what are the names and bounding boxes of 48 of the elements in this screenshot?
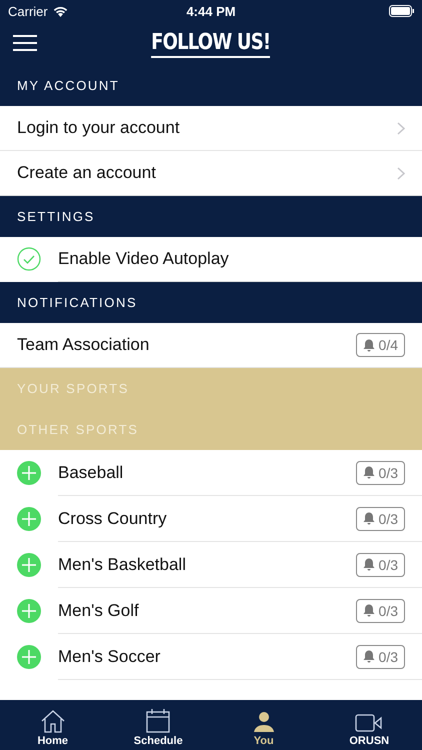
home-icon	[40, 709, 66, 733]
add-circle-icon[interactable]	[17, 644, 41, 668]
person-icon	[252, 711, 275, 733]
add-circle-icon[interactable]	[17, 460, 41, 484]
bell-icon	[362, 466, 375, 479]
bell-icon	[362, 512, 375, 525]
menu-icon[interactable]	[12, 34, 38, 52]
checkmark-circle-icon[interactable]	[17, 247, 41, 271]
notification-count-badge[interactable]: 0/3	[356, 506, 405, 530]
notification-count-badge[interactable]: 0/3	[356, 552, 405, 576]
menu-item-label[interactable]: Create an account	[17, 163, 397, 183]
calendar-icon	[146, 709, 170, 733]
sport-label: Men's Soccer	[58, 646, 162, 666]
sport-label: Men's Basketball	[58, 554, 187, 574]
notification-count-badge[interactable]: 0/3	[356, 644, 405, 668]
bell-icon	[362, 650, 375, 663]
tab-bar-item[interactable]: You	[211, 700, 316, 750]
notification-count-badge[interactable]: 0/3	[356, 598, 405, 622]
video-camera-icon	[355, 713, 384, 733]
tab-bar-item[interactable]: Home	[0, 700, 106, 750]
battery-icon	[389, 5, 414, 17]
setting-label: Enable Video Autoplay	[58, 249, 230, 269]
bell-icon	[362, 558, 375, 571]
notification-count-badge[interactable]: 0/3	[356, 460, 405, 484]
add-circle-icon[interactable]	[17, 552, 41, 576]
section-header: SETTINGS	[0, 196, 422, 237]
menu-item-label[interactable]: Login to your account	[17, 118, 397, 138]
sport-label: Baseball	[58, 462, 124, 482]
section-header: MY ACCOUNT	[0, 65, 422, 106]
add-circle-icon[interactable]	[17, 598, 41, 622]
team-label: Team Association	[17, 335, 150, 355]
bell-icon	[362, 604, 375, 617]
tab-bar-item[interactable]: Schedule	[106, 700, 211, 750]
notification-count-badge[interactable]: 0/4	[356, 333, 405, 357]
tab-bar-item[interactable]: ORUSN	[316, 700, 422, 750]
section-header: NOTIFICATIONS	[0, 282, 422, 323]
section-header: YOUR SPORTS	[0, 368, 422, 409]
add-circle-icon[interactable]	[17, 506, 41, 530]
carrier-label: Carrier	[8, 4, 48, 18]
section-header: OTHER SPORTS	[0, 409, 422, 450]
clock-time: 4:44 PM	[186, 4, 236, 18]
chevron-icon	[397, 166, 405, 180]
chevron-icon	[397, 122, 405, 134]
bell-icon	[362, 338, 375, 352]
sport-label: Cross Country	[58, 508, 168, 528]
wifi-icon	[52, 6, 68, 16]
sport-label: Men's Golf	[58, 600, 140, 620]
page-title: FOLLOW US!	[151, 30, 271, 58]
